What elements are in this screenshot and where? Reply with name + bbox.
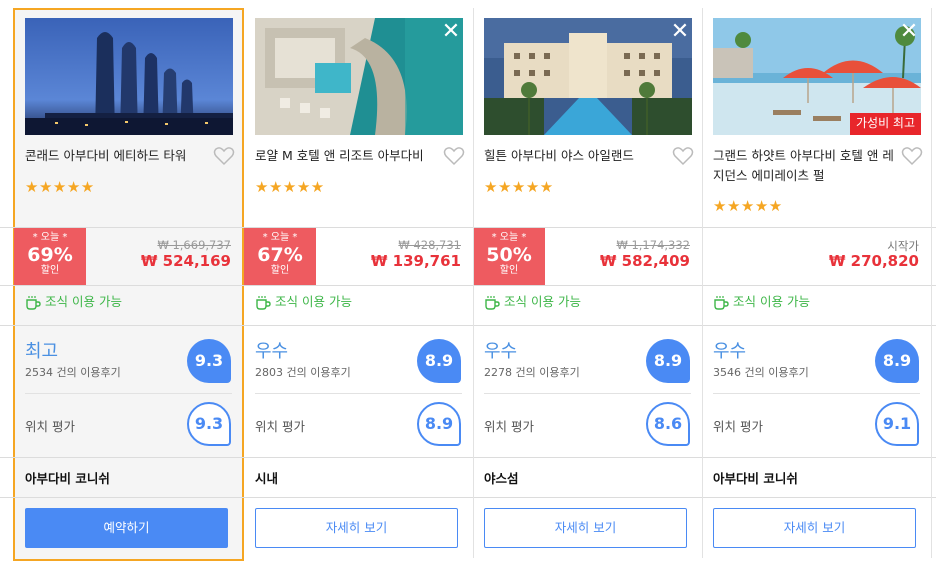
star-rating: ★★★★★ — [484, 178, 554, 196]
coffee-cup-icon — [256, 295, 271, 310]
rating-word: 최고 — [25, 341, 59, 362]
review-score-badge: 8.9 — [646, 339, 690, 383]
hotel-name[interactable]: 콘래드 아부다비 에티하드 타워 — [25, 146, 205, 166]
current-price[interactable]: ₩ 582,409 — [600, 252, 690, 270]
hotel-column-3: ✕ 힐튼 아부다비 야스 아일랜드 ★★★★★ * 오늘 * 50% 할인 ₩ … — [473, 0, 702, 573]
hotel-column-2: ✕ 로얄 M 호텔 앤 리조트 아부다비 ★★★★★ * 오늘 * 67% 할인… — [244, 0, 473, 573]
deal-badge: * 오늘 * 50% 할인 — [473, 228, 545, 285]
hotel-photo-image — [484, 18, 692, 135]
hotel-photo-image — [255, 18, 463, 135]
deal-percent: 67% — [257, 244, 303, 266]
original-price: ₩ 428,731 — [398, 238, 461, 252]
breakfast-label: 조식 이용 가능 — [504, 294, 581, 309]
deal-off-label: 할인 — [40, 265, 60, 276]
hotel-photo[interactable]: ✕ — [255, 18, 463, 135]
star-rating: ★★★★★ — [255, 178, 325, 196]
view-details-button[interactable]: 자세히 보기 — [713, 508, 916, 548]
review-count[interactable]: 3546 건의 이용후기 — [713, 364, 809, 380]
current-price[interactable]: ₩ 524,169 — [141, 252, 231, 270]
rating-word: 우수 — [255, 341, 289, 362]
heart-outline-icon[interactable] — [213, 146, 235, 166]
breakfast-label: 조식 이용 가능 — [733, 294, 810, 309]
star-rating: ★★★★★ — [713, 197, 783, 215]
close-icon[interactable]: ✕ — [899, 21, 919, 43]
star-rating: ★★★★★ — [25, 178, 95, 196]
hotel-name[interactable]: 로얄 M 호텔 앤 리조트 아부다비 — [255, 146, 435, 166]
book-button[interactable]: 예약하기 — [25, 508, 228, 548]
breakfast-info: 조식 이용 가능 — [25, 292, 122, 312]
hotel-photo[interactable]: ✕ 가성비 최고 — [713, 18, 921, 135]
location-score-badge: 9.1 — [875, 402, 919, 446]
hotel-name[interactable]: 힐튼 아부다비 야스 아일랜드 — [484, 146, 664, 166]
heart-outline-icon[interactable] — [672, 146, 694, 166]
hotel-photo[interactable]: ✕ — [484, 18, 692, 135]
coffee-cup-icon — [714, 295, 729, 310]
district-name: 아부다비 코니쉬 — [713, 471, 798, 486]
row-divider — [0, 457, 936, 458]
deal-today-label: * 오늘 * — [491, 232, 527, 243]
deal-badge: * 오늘 * 69% 할인 — [14, 228, 86, 285]
original-price: ₩ 1,174,332 — [616, 238, 690, 252]
hotel-name[interactable]: 그랜드 하얏트 아부다비 호텔 앤 레지던스 에미레이츠 펄 — [713, 146, 899, 186]
divider — [255, 393, 462, 394]
hotel-column-4: ✕ 가성비 최고 그랜드 하얏트 아부다비 호텔 앤 레지던스 에미레이츠 펄 … — [702, 0, 931, 573]
coffee-cup-icon — [485, 295, 500, 310]
deal-percent: 69% — [27, 244, 73, 266]
deal-off-label: 할인 — [270, 265, 290, 276]
close-icon[interactable]: ✕ — [441, 21, 461, 43]
location-rating-label: 위치 평가 — [484, 419, 534, 434]
district-name: 아부다비 코니쉬 — [25, 471, 110, 486]
location-score-badge: 8.6 — [646, 402, 690, 446]
review-count[interactable]: 2534 건의 이용후기 — [25, 364, 121, 380]
review-count[interactable]: 2278 건의 이용후기 — [484, 364, 580, 380]
original-price: ₩ 1,669,737 — [157, 238, 231, 252]
divider — [25, 393, 232, 394]
hotel-photo[interactable] — [25, 18, 233, 135]
divider — [713, 393, 920, 394]
row-divider — [0, 497, 936, 498]
column-divider — [473, 8, 474, 558]
deal-today-label: * 오늘 * — [262, 232, 298, 243]
review-score-badge: 8.9 — [417, 339, 461, 383]
hotel-photo-image — [25, 18, 233, 135]
district-name: 시내 — [255, 471, 279, 486]
row-divider — [0, 285, 936, 286]
breakfast-info: 조식 이용 가능 — [484, 292, 581, 312]
location-rating-label: 위치 평가 — [25, 419, 75, 434]
best-value-badge: 가성비 최고 — [849, 113, 921, 135]
deal-badge: * 오늘 * 67% 할인 — [244, 228, 316, 285]
district-name: 야스섬 — [484, 471, 519, 486]
rating-word: 우수 — [713, 341, 747, 362]
hotel-column-1: 콘래드 아부다비 에티하드 타워 ★★★★★ * 오늘 * 69% 할인 ₩ 1… — [13, 0, 244, 573]
breakfast-info: 조식 이용 가능 — [713, 292, 810, 312]
column-divider — [931, 8, 932, 558]
breakfast-label: 조식 이용 가능 — [275, 294, 352, 309]
review-score-badge: 9.3 — [187, 339, 231, 383]
view-details-button[interactable]: 자세히 보기 — [255, 508, 458, 548]
heart-outline-icon[interactable] — [901, 146, 923, 166]
close-icon[interactable]: ✕ — [670, 21, 690, 43]
current-price[interactable]: ₩ 139,761 — [371, 252, 461, 270]
breakfast-info: 조식 이용 가능 — [255, 292, 352, 312]
deal-percent: 50% — [486, 244, 532, 266]
breakfast-label: 조식 이용 가능 — [45, 294, 122, 309]
row-divider — [0, 325, 936, 326]
divider — [484, 393, 691, 394]
location-rating-label: 위치 평가 — [255, 419, 305, 434]
current-price[interactable]: ₩ 270,820 — [829, 252, 919, 270]
deal-today-label: * 오늘 * — [32, 232, 68, 243]
location-score-badge: 8.9 — [417, 402, 461, 446]
coffee-cup-icon — [26, 295, 41, 310]
row-divider — [0, 227, 936, 228]
deal-off-label: 할인 — [499, 265, 519, 276]
rating-word: 우수 — [484, 341, 518, 362]
view-details-button[interactable]: 자세히 보기 — [484, 508, 687, 548]
location-score-badge: 9.3 — [187, 402, 231, 446]
review-count[interactable]: 2803 건의 이용후기 — [255, 364, 351, 380]
location-rating-label: 위치 평가 — [713, 419, 763, 434]
hotel-comparison-table: 콘래드 아부다비 에티하드 타워 ★★★★★ * 오늘 * 69% 할인 ₩ 1… — [0, 0, 936, 573]
review-score-badge: 8.9 — [875, 339, 919, 383]
heart-outline-icon[interactable] — [443, 146, 465, 166]
column-divider — [702, 8, 703, 558]
